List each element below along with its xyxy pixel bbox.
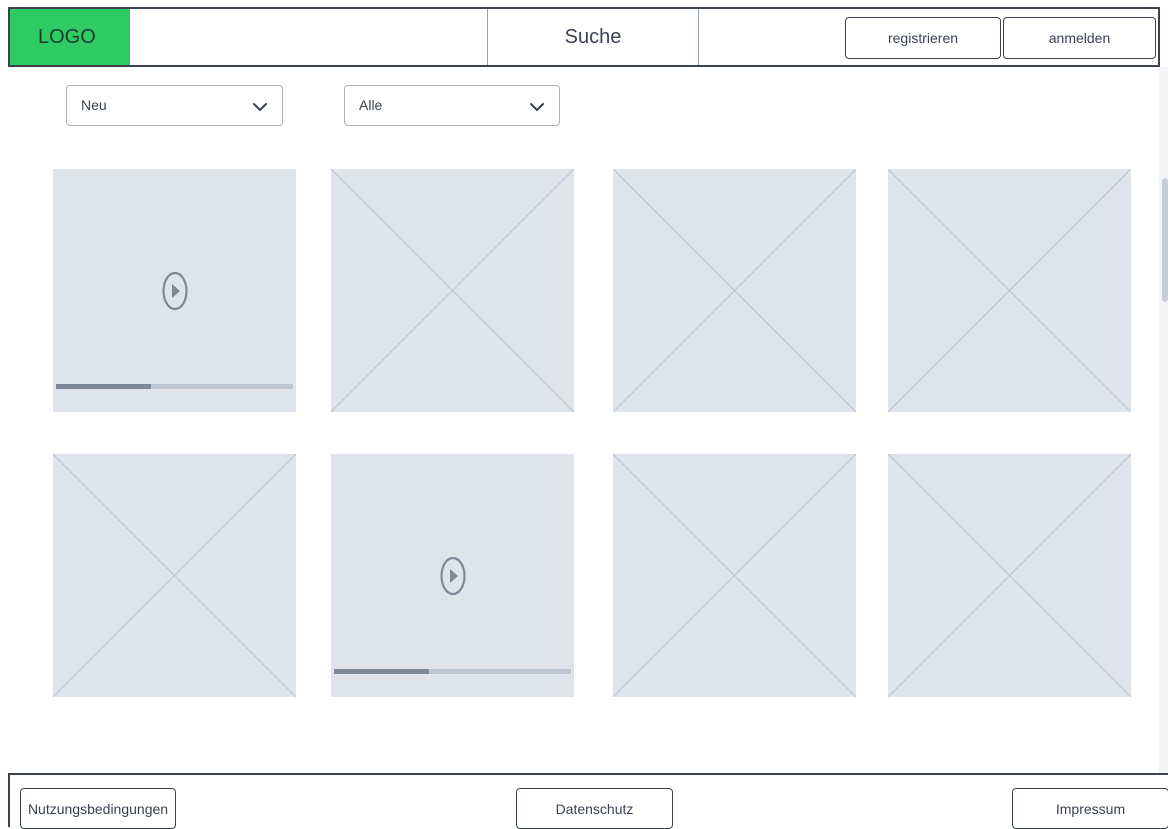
play-icon[interactable] <box>161 271 188 311</box>
video-tile[interactable] <box>331 454 574 697</box>
image-tile[interactable] <box>331 169 574 412</box>
sort-dropdown[interactable]: Neu <box>66 85 283 126</box>
footer: Nutzungsbedingungen Datenschutz Impressu… <box>8 773 1168 829</box>
play-icon[interactable] <box>439 556 466 596</box>
video-tile[interactable] <box>53 169 296 412</box>
category-dropdown-value: Alle <box>359 97 383 113</box>
image-placeholder-icon <box>613 169 856 412</box>
scrollbar-thumb[interactable] <box>1162 178 1168 302</box>
login-button[interactable]: anmelden <box>1003 17 1156 59</box>
image-placeholder-icon <box>888 169 1131 412</box>
imprint-button[interactable]: Impressum <box>1012 788 1168 829</box>
chevron-down-icon <box>530 103 544 111</box>
image-placeholder-icon <box>888 454 1131 697</box>
scrollbar[interactable] <box>1159 67 1168 773</box>
chevron-down-icon <box>253 103 267 111</box>
video-progress-bar[interactable] <box>56 384 293 389</box>
logo[interactable]: LOGO <box>10 9 130 65</box>
register-button[interactable]: registrieren <box>845 17 1001 59</box>
search-field[interactable]: Suche <box>487 9 699 65</box>
image-tile[interactable] <box>613 454 856 697</box>
image-placeholder-icon <box>613 454 856 697</box>
top-bar: LOGO Suche registrieren anmelden <box>8 7 1160 67</box>
image-tile[interactable] <box>888 454 1131 697</box>
privacy-button[interactable]: Datenschutz <box>516 788 673 829</box>
video-progress-fill <box>56 384 151 389</box>
video-progress-bar[interactable] <box>334 669 571 674</box>
image-tile[interactable] <box>53 454 296 697</box>
category-dropdown[interactable]: Alle <box>344 85 560 126</box>
sort-dropdown-value: Neu <box>81 97 107 113</box>
image-placeholder-icon <box>331 169 574 412</box>
image-tile[interactable] <box>888 169 1131 412</box>
video-progress-fill <box>334 669 429 674</box>
image-tile[interactable] <box>613 169 856 412</box>
image-placeholder-icon <box>53 454 296 697</box>
terms-button[interactable]: Nutzungsbedingungen <box>20 788 176 829</box>
